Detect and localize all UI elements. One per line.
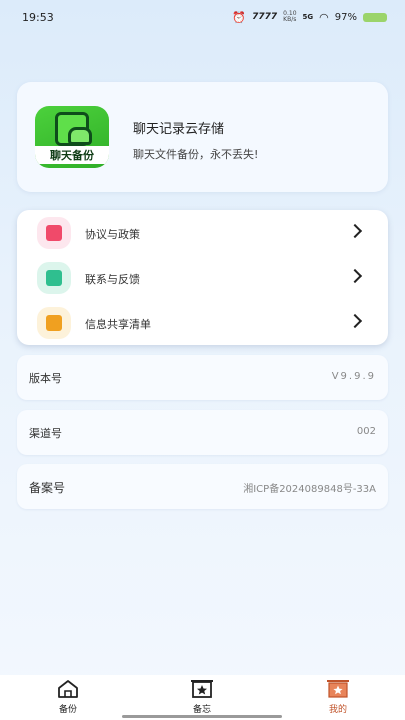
- tab-label: 我的: [328, 705, 347, 715]
- network-type: 5G: [302, 13, 314, 21]
- version-label: 版本号: [29, 372, 62, 385]
- status-time: 19:53: [22, 10, 54, 24]
- logo-text: 聊天备份: [35, 146, 109, 164]
- network-speed: 0.10 KB/s: [283, 10, 297, 23]
- tab-label: 备忘: [192, 705, 211, 715]
- bottom-tab-bar: 备份 备忘 我的: [0, 675, 405, 720]
- menu-item-label: 协议与政策: [85, 228, 140, 241]
- menu-item-feedback[interactable]: 联系与反馈: [17, 255, 388, 300]
- record-label: 备案号: [29, 481, 66, 495]
- tab-backup[interactable]: 备份: [38, 677, 98, 717]
- version-value: V9.9.9: [331, 371, 376, 382]
- channel-label: 渠道号: [29, 427, 62, 440]
- channel-value: 002: [356, 426, 376, 437]
- menu-card: 协议与政策 联系与反馈 信息共享清单: [17, 210, 388, 345]
- tab-mine[interactable]: 我的: [308, 677, 368, 717]
- record-value[interactable]: 湘ICP备2024089848号-33A: [243, 480, 376, 495]
- app-profile-card: 聊天备份 聊天记录云存储 聊天文件备份，永不丢失!: [17, 82, 388, 192]
- battery-text: 97%: [334, 11, 357, 23]
- menu-item-label: 联系与反馈: [85, 273, 140, 286]
- app-logo: 聊天备份: [35, 106, 109, 168]
- tab-label: 备份: [58, 705, 77, 715]
- menu-item-label: 信息共享清单: [85, 318, 151, 331]
- record-row[interactable]: 备案号 湘ICP备2024089848号-33A: [17, 464, 388, 509]
- battery-icon: [363, 12, 387, 22]
- app-title: 聊天记录云存储: [133, 122, 225, 137]
- chevron-right-icon: [347, 223, 363, 239]
- signal-text: 7777: [252, 12, 278, 22]
- mail-icon: [37, 262, 71, 294]
- star-note-icon: [191, 679, 213, 699]
- tab-memo[interactable]: 备忘: [172, 677, 232, 717]
- app-subtitle: 聊天文件备份，永不丢失!: [133, 148, 259, 161]
- profile-star-icon: [327, 679, 349, 699]
- version-row: 版本号 V9.9.9: [17, 355, 388, 400]
- chevron-right-icon: [347, 313, 363, 329]
- cloud-document-icon: [55, 112, 92, 146]
- status-icons: ⏰ 7777 0.10 KB/s 5G ◠ 97%: [232, 11, 387, 24]
- alarm-icon: ⏰: [232, 10, 247, 24]
- menu-item-policy[interactable]: 协议与政策: [17, 210, 388, 255]
- document-icon: [37, 217, 71, 249]
- wifi-icon: ◠: [319, 10, 329, 24]
- chevron-right-icon: [347, 268, 363, 284]
- search-document-icon: [37, 307, 71, 339]
- status-bar: 19:53 ⏰ 7777 0.10 KB/s 5G ◠ 97%: [0, 0, 405, 34]
- menu-item-info-sharing[interactable]: 信息共享清单: [17, 300, 388, 345]
- home-icon: [57, 679, 79, 699]
- home-indicator[interactable]: [122, 715, 282, 718]
- channel-row: 渠道号 002: [17, 410, 388, 455]
